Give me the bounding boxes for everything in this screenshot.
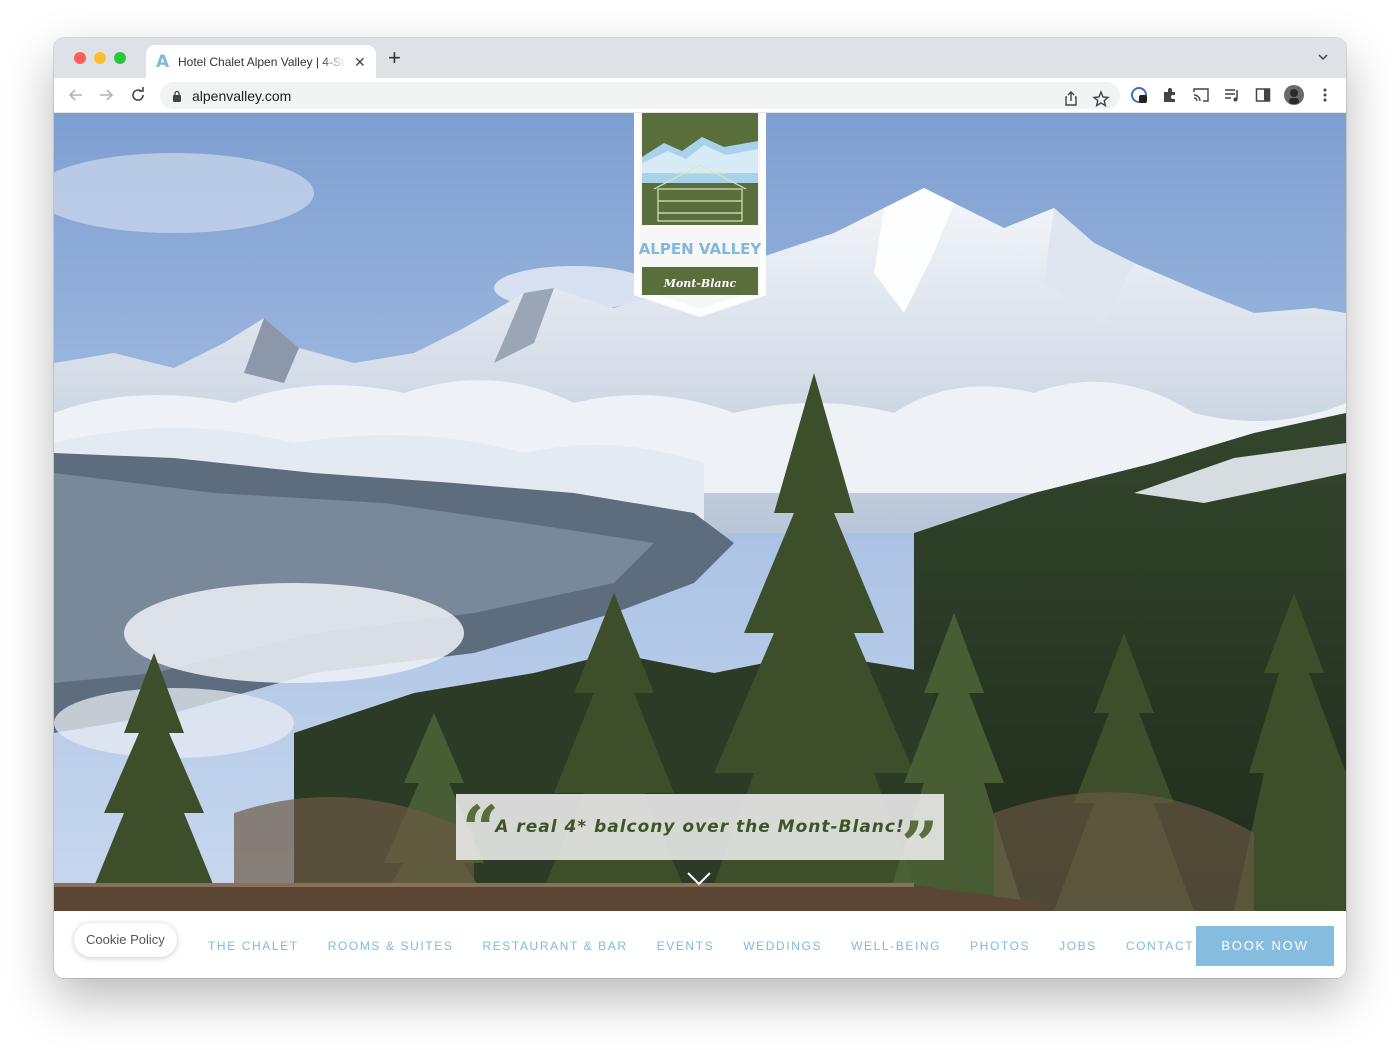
more-menu-icon[interactable] <box>1316 86 1334 104</box>
nav-events[interactable]: EVENTS <box>657 938 715 954</box>
media-queue-icon[interactable] <box>1223 86 1241 104</box>
window-close-button[interactable] <box>74 52 86 64</box>
logo-name: ALPEN VALLEY <box>639 240 763 258</box>
nav-jobs[interactable]: JOBS <box>1059 938 1097 954</box>
back-icon[interactable] <box>66 85 86 105</box>
lock-icon <box>173 90 181 102</box>
main-navigation: Cookie Policy THE CHALET ROOMS & SUITES … <box>54 911 1346 978</box>
nav-weddings[interactable]: WEDDINGS <box>743 938 822 954</box>
reload-icon[interactable] <box>128 85 148 105</box>
alpen-valley-logo[interactable]: ALPEN VALLEY Mont-Blanc <box>634 113 766 317</box>
logo-subtitle: Mont-Blanc <box>663 277 737 290</box>
share-icon[interactable] <box>1060 88 1082 110</box>
window-maximize-button[interactable] <box>114 52 126 64</box>
hero-section: ALPEN VALLEY Mont-Blanc “ A real 4* balc… <box>54 113 1346 911</box>
new-tab-button[interactable]: + <box>388 47 401 69</box>
nav-rooms-suites[interactable]: ROOMS & SUITES <box>328 938 454 954</box>
avatar[interactable] <box>1284 85 1304 105</box>
hero-quote-text: A real 4* balcony over the Mont-Blanc! <box>495 817 905 837</box>
cookie-policy-button[interactable]: Cookie Policy <box>74 923 177 957</box>
address-bar[interactable]: alpenvalley.com <box>160 82 1120 109</box>
hero-quote: “ A real 4* balcony over the Mont-Blanc!… <box>456 792 944 878</box>
forward-icon[interactable] <box>96 85 116 105</box>
browser-toolbar: alpenvalley.com <box>54 78 1346 113</box>
tab-strip: A Hotel Chalet Alpen Valley | 4-Star Hot… <box>54 38 1346 78</box>
book-now-button[interactable]: BOOK NOW <box>1196 926 1334 966</box>
bookmark-star-icon[interactable] <box>1090 88 1112 110</box>
tab-close-icon[interactable]: ✕ <box>354 55 366 69</box>
open-quote-icon: “ <box>462 792 499 867</box>
cast-icon[interactable] <box>1192 86 1210 104</box>
nav-photos[interactable]: PHOTOS <box>970 938 1030 954</box>
side-panel-icon[interactable] <box>1254 86 1272 104</box>
window-minimize-button[interactable] <box>94 52 106 64</box>
tab-title: Hotel Chalet Alpen Valley | 4-Star Hotel <box>178 54 346 69</box>
nav-contact[interactable]: CONTACT <box>1126 938 1194 954</box>
close-quote-icon: ” <box>901 808 938 883</box>
extension-icon[interactable] <box>1130 86 1148 104</box>
nav-links: THE CHALET ROOMS & SUITES RESTAURANT & B… <box>208 938 1223 954</box>
puzzle-extensions-icon[interactable] <box>1161 86 1179 104</box>
tab-search-icon[interactable] <box>1316 50 1330 64</box>
favicon-icon: A <box>156 51 170 72</box>
url-text[interactable]: alpenvalley.com <box>192 88 291 104</box>
nav-well-being[interactable]: WELL-BEING <box>851 938 941 954</box>
scroll-down-chevron-icon[interactable] <box>686 871 712 887</box>
nav-restaurant-bar[interactable]: RESTAURANT & BAR <box>482 938 627 954</box>
browser-window: A Hotel Chalet Alpen Valley | 4-Star Hot… <box>54 38 1346 978</box>
browser-tab[interactable]: A Hotel Chalet Alpen Valley | 4-Star Hot… <box>146 45 376 78</box>
nav-the-chalet[interactable]: THE CHALET <box>208 938 299 954</box>
